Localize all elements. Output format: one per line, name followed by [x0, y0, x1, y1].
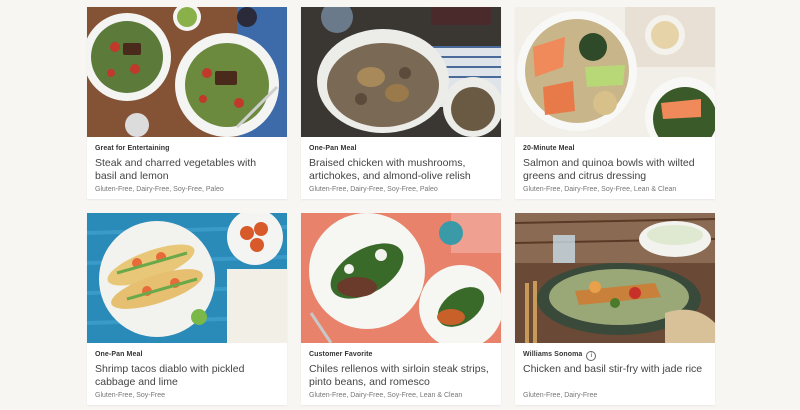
recipe-tag: One-Pan Meal — [309, 145, 357, 152]
recipe-diet-info: Gluten-Free, Dairy-Free, Soy-Free, Paleo — [309, 186, 438, 193]
recipe-diet-info: Gluten-Free, Dairy-Free, Soy-Free, Paleo — [95, 186, 224, 193]
recipe-card-salmon-quinoa[interactable]: 20-Minute Meal Salmon and quinoa bowls w… — [515, 7, 715, 199]
recipe-diet-info: Gluten-Free, Dairy-Free, Soy-Free, Lean … — [523, 186, 677, 193]
recipe-diet-info: Gluten-Free, Dairy-Free — [523, 392, 598, 399]
recipe-image[interactable] — [301, 213, 501, 343]
recipe-tag: 20-Minute Meal — [523, 145, 575, 152]
recipe-tag: Great for Entertaining — [95, 145, 170, 152]
recipe-card-steak[interactable]: Great for Entertaining Steak and charred… — [87, 7, 287, 199]
info-icon[interactable]: i — [586, 351, 597, 361]
recipe-title[interactable]: Steak and charred vegetables with basil … — [95, 157, 279, 183]
recipe-title[interactable]: Braised chicken with mushrooms, artichok… — [309, 157, 493, 183]
recipe-title[interactable]: Shrimp tacos diablo with pickled cabbage… — [95, 363, 279, 389]
recipe-image[interactable] — [515, 213, 715, 343]
recipe-tag: One-Pan Meal — [95, 351, 143, 358]
recipe-tag-label: Williams Sonoma — [523, 351, 583, 358]
recipe-image[interactable] — [87, 213, 287, 343]
recipe-title[interactable]: Chiles rellenos with sirloin steak strip… — [309, 363, 493, 389]
recipe-diet-info: Gluten-Free, Soy-Free — [95, 392, 166, 399]
recipe-title[interactable]: Chicken and basil stir-fry with jade ric… — [523, 363, 707, 389]
recipe-diet-info: Gluten-Free, Dairy-Free, Soy-Free, Lean … — [309, 392, 463, 399]
recipe-card-braised-chicken[interactable]: One-Pan Meal Braised chicken with mushro… — [301, 7, 501, 199]
recipe-image[interactable] — [301, 7, 501, 137]
recipe-image[interactable] — [87, 7, 287, 137]
recipe-card-shrimp-tacos[interactable]: One-Pan Meal Shrimp tacos diablo with pi… — [87, 213, 287, 405]
recipe-tag: Customer Favorite — [309, 351, 373, 358]
recipe-tag: Williams Sonoma i — [523, 349, 707, 361]
recipe-card-chiles-rellenos[interactable]: Customer Favorite Chiles rellenos with s… — [301, 213, 501, 405]
recipe-card-chicken-stir-fry[interactable]: Williams Sonoma i Chicken and basil stir-… — [515, 213, 715, 405]
recipe-title[interactable]: Salmon and quinoa bowls with wilted gree… — [523, 157, 707, 183]
recipe-image[interactable] — [515, 7, 715, 137]
